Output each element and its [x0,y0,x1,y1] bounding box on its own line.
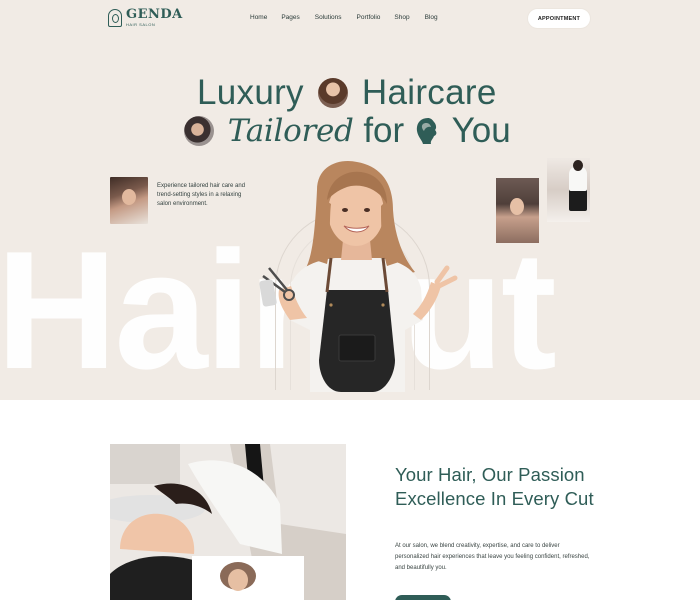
page: Haircut GENDA HAIR SALON Home Pages Solu… [0,0,700,600]
header: GENDA HAIR SALON Home Pages Solutions Po… [0,0,700,40]
nav-item-home[interactable]: Home [250,14,267,21]
logo-name: GENDA [126,7,183,22]
salon-wash-image [110,444,346,600]
about-heading: Your Hair, Our Passion Excellence In Eve… [395,464,594,509]
intro-text: Experience tailored hair care and trend-… [157,183,246,207]
headline-round-photo-woman [317,77,348,108]
gallery-photo-stylist [547,158,590,222]
hair-silhouette-icon [416,117,437,144]
logo[interactable]: GENDA HAIR SALON [108,8,183,27]
hero-word-tailored: Tailored [227,112,354,149]
logo-tagline: HAIR SALON [126,22,156,27]
main-nav: Home Pages Solutions Portfolio Shop Blog [250,14,438,21]
about-cta-button[interactable] [395,595,451,600]
hero-heading-line2: Tailored for You [180,108,511,152]
nav-item-portfolio[interactable]: Portfolio [357,14,381,21]
about-photo [110,444,346,600]
hero-word-you: You [451,110,511,150]
nav-item-pages[interactable]: Pages [281,14,299,21]
hero-word-for: for [363,110,405,150]
headline-round-photo-man [184,115,214,146]
nav-item-shop[interactable]: Shop [394,14,409,21]
hero-stylist-image [259,160,458,392]
nav-item-blog[interactable]: Blog [425,14,438,21]
appointment-button[interactable]: APPOINTMENT [528,9,590,28]
about-text: At our salon, we blend creativity, exper… [395,543,590,571]
intro-photo [110,177,148,224]
gallery-photo-woman [496,178,539,243]
logo-icon [108,8,122,27]
nav-item-solutions[interactable]: Solutions [315,14,342,21]
